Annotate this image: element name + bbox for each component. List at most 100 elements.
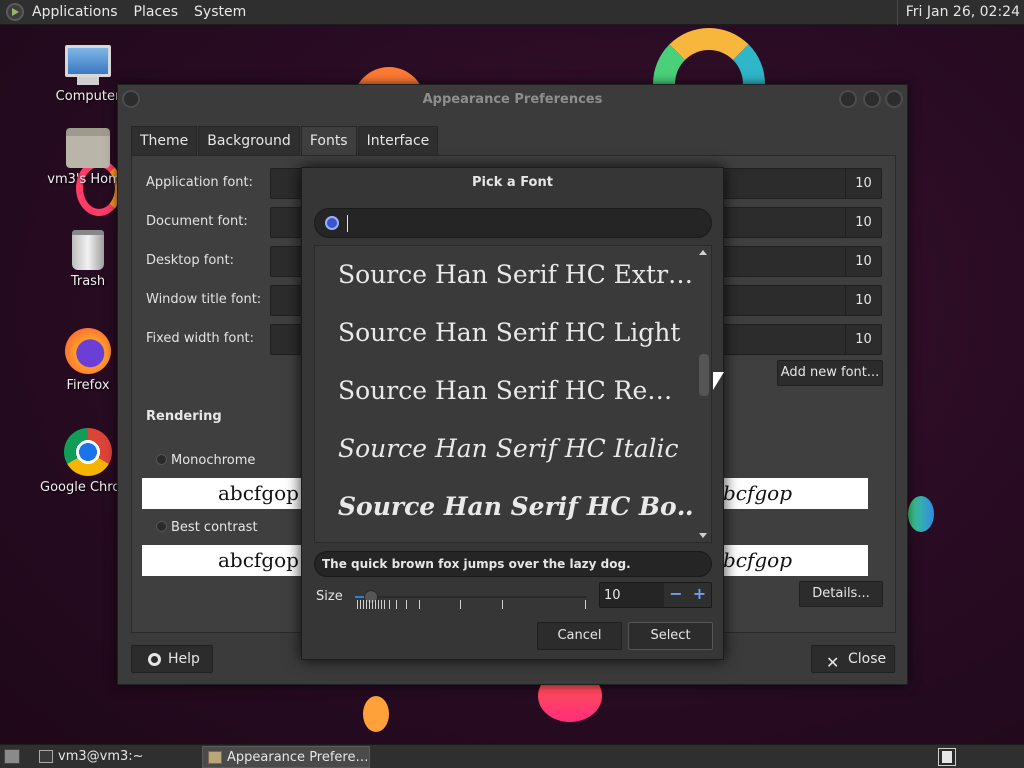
places-menu[interactable]: Places [126, 4, 187, 20]
font-size-value: 10 [845, 208, 881, 237]
computer-icon [65, 45, 111, 85]
slider-tick [357, 600, 358, 609]
close-button-label: Close [848, 651, 887, 667]
font-row-label: Desktop font: [146, 253, 234, 268]
sample-text-left: abcfgop [218, 548, 299, 572]
rendering-heading: Rendering [146, 409, 222, 424]
scroll-down-icon[interactable] [699, 533, 707, 538]
mouse-pointer-icon [713, 372, 724, 390]
font-list[interactable]: Source Han Serif HC Extr… Source Han Ser… [314, 245, 712, 543]
text-caret [347, 215, 348, 232]
tab-bar: Theme Background Fonts Interface [131, 126, 439, 155]
font-size-value: 10 [845, 247, 881, 276]
tab-theme[interactable]: Theme [131, 126, 198, 155]
slider-tick [360, 600, 361, 609]
size-spin-button[interactable]: 10 − + [599, 582, 712, 608]
radio-icon[interactable] [156, 454, 167, 465]
bottom-taskbar: vm3@vm3:~ Appearance Prefere… [0, 744, 1024, 768]
applications-menu[interactable]: Applications [24, 4, 126, 20]
font-list-item[interactable]: Source Han Serif HC Light [315, 304, 695, 362]
slider-tick [396, 600, 397, 609]
font-list-scrollbar[interactable] [697, 246, 711, 542]
show-desktop-icon[interactable] [4, 749, 20, 764]
tab-background[interactable]: Background [198, 126, 300, 155]
workspace-switcher-icon[interactable] [938, 748, 956, 766]
panel-clock[interactable]: Fri Jan 26, 02:24 [896, 0, 1020, 25]
slider-track[interactable] [355, 596, 587, 598]
radio-label: Best contrast [171, 520, 258, 535]
slider-tick [384, 600, 385, 609]
panel-menu-bar: Applications Places System [0, 0, 254, 24]
size-value[interactable]: 10 [604, 588, 621, 603]
help-button[interactable]: Help [131, 645, 213, 673]
rendering-option-monochrome[interactable]: Monochrome [156, 453, 255, 468]
scroll-up-icon[interactable] [699, 250, 707, 255]
slider-tick [375, 600, 376, 609]
font-row-label: Document font: [146, 214, 248, 229]
radio-label: Monochrome [171, 453, 256, 468]
search-icon [325, 216, 339, 230]
tab-fonts[interactable]: Fonts [300, 126, 357, 155]
rendering-option-best-contrast[interactable]: Best contrast [156, 520, 258, 535]
slider-tick [502, 600, 503, 609]
slider-tick [369, 600, 370, 609]
font-list-item[interactable]: Source Han Serif HC Italic [315, 420, 695, 478]
slider-tick [460, 600, 461, 609]
slider-tick [389, 600, 390, 609]
size-slider[interactable] [355, 588, 587, 612]
terminal-icon [39, 750, 53, 763]
pick-font-dialog: Pick a Font Source Han Serif HC Extr… So… [301, 167, 724, 660]
dialog-title: Pick a Font [472, 175, 553, 190]
close-window-icon[interactable] [885, 90, 903, 108]
distro-logo-icon[interactable] [6, 3, 24, 21]
cancel-button[interactable]: Cancel [537, 622, 622, 650]
close-icon: ✕ [826, 653, 840, 672]
window-title: Appearance Preferences [422, 92, 603, 107]
appearance-icon [208, 751, 222, 764]
help-icon [148, 653, 161, 666]
font-search-input[interactable] [314, 208, 712, 238]
top-panel: Applications Places System Fri Jan 26, 0… [0, 0, 1024, 25]
size-label: Size [316, 589, 343, 604]
slider-tick [419, 600, 420, 609]
window-titlebar[interactable]: Appearance Preferences [118, 85, 907, 115]
font-size-value: 10 [845, 325, 881, 354]
taskbar-item-label: vm3@vm3:~ [58, 749, 144, 764]
taskbar-item-appearance[interactable]: Appearance Prefere… [202, 746, 370, 768]
radio-icon[interactable] [156, 521, 167, 532]
scrollbar-thumb[interactable] [699, 354, 709, 396]
slider-tick [372, 600, 373, 609]
font-list-item[interactable]: Source Han Serif HC Extr… [315, 246, 695, 304]
increase-size-button[interactable]: + [688, 583, 711, 607]
font-row-label: Window title font: [146, 292, 262, 307]
slider-tick [363, 600, 364, 609]
decrease-size-button[interactable]: − [664, 583, 688, 607]
system-menu[interactable]: System [186, 4, 254, 20]
font-list-item[interactable]: Source Han Serif HC Bo… [315, 478, 695, 536]
font-size-value: 10 [845, 169, 881, 198]
select-button[interactable]: Select [628, 622, 713, 650]
slider-tick [585, 600, 586, 609]
taskbar-item-label: Appearance Prefere… [227, 750, 369, 765]
font-preview-field[interactable]: The quick brown fox jumps over the lazy … [314, 551, 712, 577]
add-new-font-button[interactable]: Add new font... [777, 360, 883, 386]
minimize-icon[interactable] [839, 90, 857, 108]
sample-text-left: abcfgop [218, 481, 299, 505]
slider-tick [406, 600, 407, 609]
wallpaper-bottom-left-shape [363, 696, 389, 732]
help-button-label: Help [168, 651, 200, 667]
taskbar-item-terminal[interactable]: vm3@vm3:~ [34, 746, 198, 768]
font-row-label: Fixed width font: [146, 331, 255, 346]
font-list-item[interactable]: Source Han Serif HC Re… [315, 362, 695, 420]
chrome-icon [64, 428, 112, 476]
tab-interface[interactable]: Interface [357, 126, 439, 155]
home-folder-icon [66, 128, 110, 168]
close-button[interactable]: ✕ Close [811, 645, 895, 673]
window-menu-icon[interactable] [122, 90, 140, 108]
slider-tick [378, 600, 379, 609]
firefox-icon [65, 328, 111, 374]
trash-icon [72, 230, 104, 270]
slider-tick [366, 600, 367, 609]
details-button[interactable]: Details... [799, 581, 883, 607]
maximize-icon[interactable] [863, 90, 881, 108]
